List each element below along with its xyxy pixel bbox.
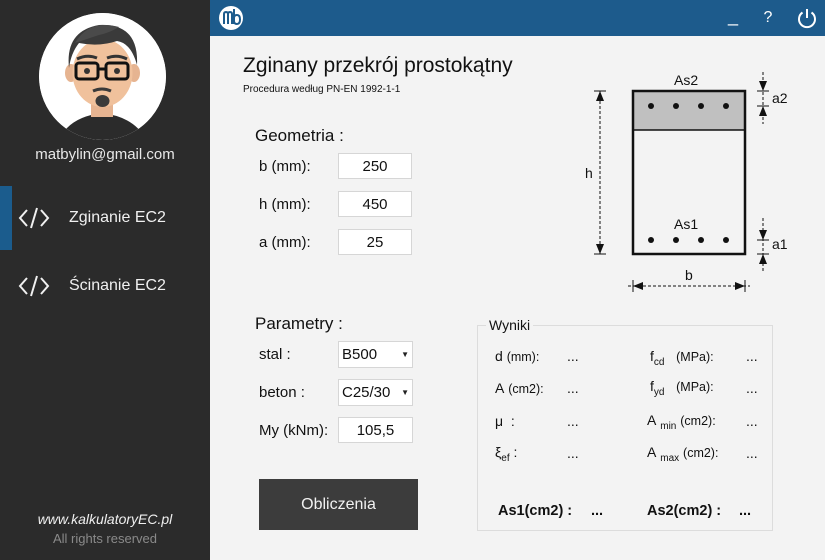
result-mu-value: ... <box>567 413 579 429</box>
moment-label: My (kNm): <box>259 422 329 439</box>
cross-section-diagram: As2 As1 h a2 a1 b <box>585 72 788 292</box>
a-label: a (mm): <box>259 234 311 251</box>
result-fyd: fyd (MPa): <box>650 378 714 398</box>
sidebar-item-zginanie[interactable]: Zginanie EC2 <box>0 186 210 250</box>
result-amin: A min (cm2): <box>647 412 716 432</box>
sidebar-item-label: Zginanie EC2 <box>69 209 166 226</box>
sidebar: matbylin@gmail.com Zginanie EC2 Ścinanie… <box>0 0 210 560</box>
h-dim-label: h <box>585 165 593 181</box>
steel-label: stal : <box>259 346 291 363</box>
page-subtitle: Procedura według PN-EN 1992-1-1 <box>243 84 401 95</box>
user-email: matbylin@gmail.com <box>35 146 175 163</box>
copyright-text: All rights reserved <box>52 531 158 546</box>
chevron-down-icon: ▼ <box>401 350 409 359</box>
sidebar-item-scinanie[interactable]: Ścinanie EC2 <box>0 254 210 318</box>
avatar-image <box>39 13 166 140</box>
parameters-heading: Parametry : <box>255 314 343 333</box>
active-indicator <box>0 186 12 250</box>
b-input[interactable] <box>338 153 412 179</box>
code-icon <box>18 275 50 297</box>
power-icon <box>798 9 816 29</box>
result-xi: ξef : <box>495 444 518 464</box>
result-mu: μ : <box>495 413 515 429</box>
result-a: A (cm2): <box>495 380 544 396</box>
concrete-select[interactable]: C25/30 ▼ <box>338 379 413 406</box>
result-as2-label: As2(cm2) : <box>647 503 722 519</box>
result-amax-value: ... <box>746 445 758 461</box>
result-as1-label: As1(cm2) : <box>498 503 573 519</box>
result-amax: A max (cm2): <box>647 444 719 464</box>
as1-label: As1 <box>674 216 698 232</box>
avatar <box>39 13 166 140</box>
mb-logo-icon <box>219 6 243 30</box>
b-label: b (mm): <box>259 158 311 175</box>
result-amin-value: ... <box>746 413 758 429</box>
result-as2-value: ... <box>739 503 752 519</box>
sidebar-item-label: Ścinanie EC2 <box>69 277 166 294</box>
b-dim-label: b <box>685 267 693 283</box>
h-input[interactable] <box>338 191 412 217</box>
concrete-label: beton : <box>259 384 305 401</box>
title-bar: _ ? <box>210 0 825 36</box>
power-button[interactable] <box>794 4 820 32</box>
compression-zone <box>633 91 745 130</box>
code-icon <box>18 207 50 229</box>
a2-dim-label: a2 <box>772 90 788 106</box>
concrete-value: C25/30 <box>342 384 391 401</box>
result-fyd-value: ... <box>746 380 758 396</box>
a-input[interactable] <box>338 229 412 255</box>
as2-label: As2 <box>674 72 698 88</box>
result-fcd-value: ... <box>746 348 758 364</box>
result-d-value: ... <box>567 348 579 364</box>
result-as1-value: ... <box>591 503 604 519</box>
result-a-value: ... <box>567 380 579 396</box>
minimize-button[interactable]: _ <box>723 2 743 30</box>
steel-value: B500 <box>342 346 378 363</box>
page-title: Zginany przekrój prostokątny <box>243 54 513 77</box>
help-button[interactable]: ? <box>758 4 778 32</box>
moment-input[interactable] <box>338 417 413 443</box>
a1-dim-label: a1 <box>772 236 788 252</box>
results-title: Wyniki <box>486 317 534 333</box>
chevron-down-icon: ▼ <box>401 388 409 397</box>
calculate-button[interactable]: Obliczenia <box>259 479 418 530</box>
result-fcd: fcd (MPa): <box>650 348 714 368</box>
bottom-reinforcement <box>648 237 729 243</box>
h-label: h (mm): <box>259 196 311 213</box>
result-d: d (mm): <box>495 348 540 364</box>
geometry-heading: Geometria : <box>255 126 344 145</box>
steel-select[interactable]: B500 ▼ <box>338 341 413 368</box>
result-xi-value: ... <box>567 445 579 461</box>
website-link[interactable]: www.kalkulatoryEC.pl <box>0 511 210 527</box>
